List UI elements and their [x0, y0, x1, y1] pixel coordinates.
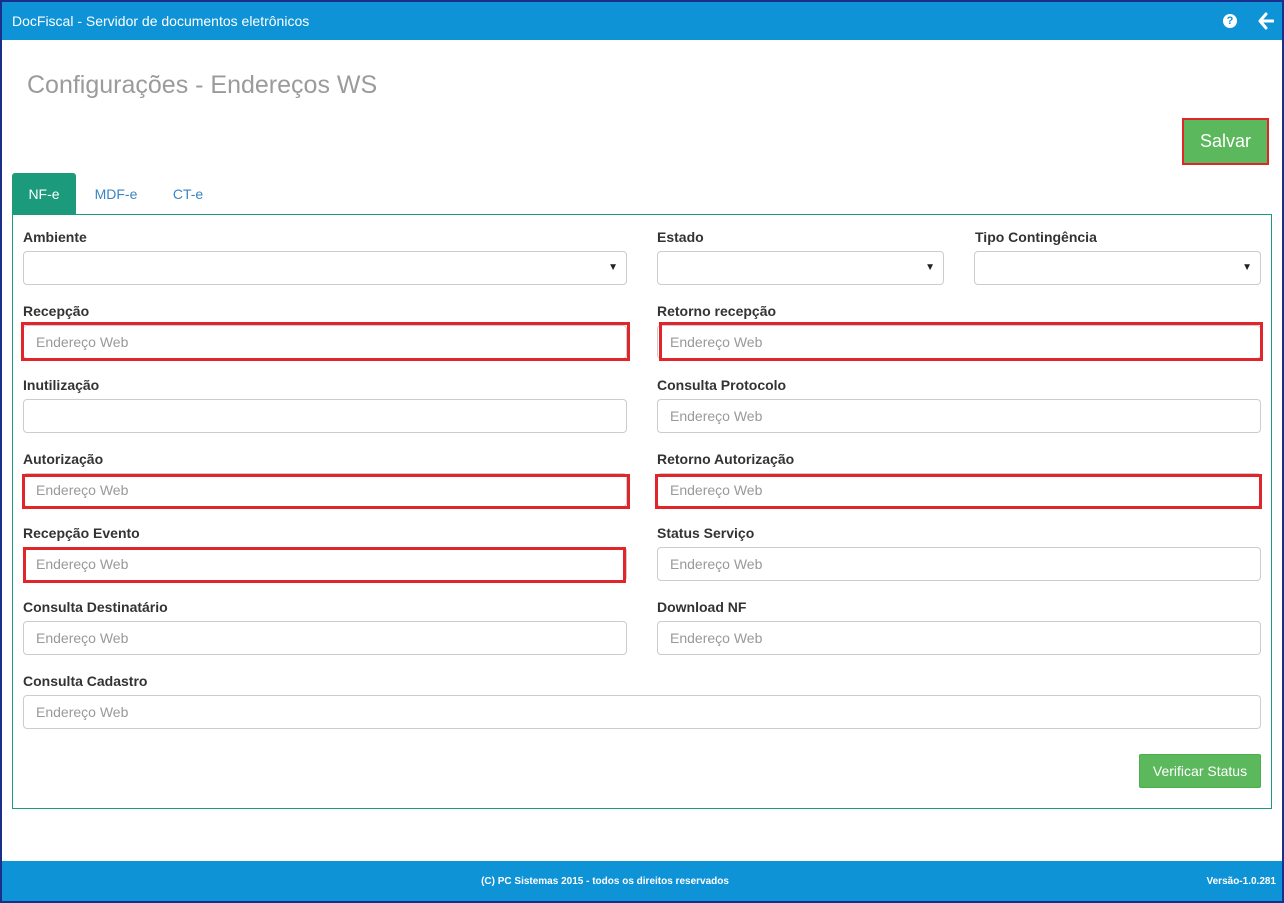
- recepcao-label: Recepção: [23, 303, 90, 319]
- recepcao-highlight: [21, 322, 630, 361]
- tab-mdfe[interactable]: MDF-e: [82, 173, 150, 215]
- download-nf-input[interactable]: [657, 621, 1261, 655]
- status-servico-label: Status Serviço: [657, 525, 755, 541]
- consulta-destinatario-input[interactable]: [23, 621, 627, 655]
- copyright-text: (C) PC Sistemas 2015 - todos os direitos…: [481, 876, 729, 887]
- consulta-destinatario-label: Consulta Destinatário: [23, 599, 168, 615]
- ambiente-label: Ambiente: [23, 229, 87, 245]
- question-circle-icon[interactable]: ?: [1223, 14, 1237, 28]
- arrow-left-icon[interactable]: [1258, 12, 1275, 30]
- recepcao-evento-highlight: [23, 547, 626, 583]
- version-text: Versão-1.0.281: [1206, 876, 1277, 887]
- top-bar: DocFiscal - Servidor de documentos eletr…: [2, 2, 1282, 40]
- ambiente-select[interactable]: ▼: [23, 251, 627, 285]
- retorno-recepcao-highlight: [659, 322, 1263, 361]
- inutilizacao-input[interactable]: [23, 399, 627, 433]
- tab-nfe[interactable]: NF-e: [12, 173, 76, 215]
- save-button-highlight: Salvar: [1182, 118, 1269, 165]
- tipo-contingencia-label: Tipo Contingência: [975, 229, 1097, 245]
- consulta-protocolo-label: Consulta Protocolo: [657, 377, 787, 393]
- app-title: DocFiscal - Servidor de documentos eletr…: [12, 13, 310, 29]
- retorno-recepcao-label: Retorno recepção: [657, 303, 777, 319]
- consulta-protocolo-input[interactable]: [657, 399, 1261, 433]
- save-button[interactable]: Salvar: [1184, 120, 1267, 163]
- caret-down-icon: ▼: [608, 262, 618, 273]
- download-nf-label: Download NF: [657, 599, 747, 615]
- status-servico-input[interactable]: [657, 547, 1261, 581]
- caret-down-icon: ▼: [925, 262, 935, 273]
- recepcao-evento-label: Recepção Evento: [23, 525, 140, 541]
- consulta-cadastro-input[interactable]: [23, 695, 1261, 729]
- page-title: Configurações - Endereços WS: [27, 71, 378, 99]
- tab-cte[interactable]: CT-e: [160, 173, 216, 215]
- footer: (C) PC Sistemas 2015 - todos os direitos…: [2, 861, 1282, 901]
- verify-status-button[interactable]: Verificar Status: [1139, 754, 1261, 788]
- inutilizacao-label: Inutilização: [23, 377, 100, 393]
- estado-select[interactable]: ▼: [657, 251, 944, 285]
- retorno-autorizacao-label: Retorno Autorização: [657, 451, 795, 467]
- caret-down-icon: ▼: [1242, 262, 1252, 273]
- autorizacao-label: Autorização: [23, 451, 104, 467]
- tipo-contingencia-select[interactable]: ▼: [974, 251, 1261, 285]
- consulta-cadastro-label: Consulta Cadastro: [23, 673, 148, 689]
- estado-label: Estado: [657, 229, 704, 245]
- autorizacao-highlight: [22, 474, 630, 509]
- retorno-autorizacao-highlight: [655, 474, 1262, 509]
